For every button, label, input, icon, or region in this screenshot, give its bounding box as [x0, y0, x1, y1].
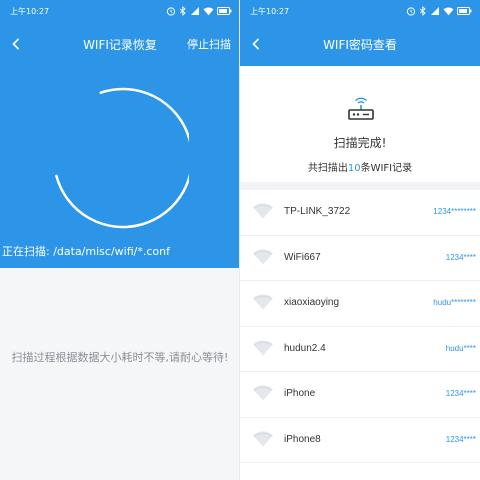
- scan-hint-text: 扫描过程根据数据大小耗时不等,请耐心等待!: [11, 351, 229, 364]
- status-icons: [166, 5, 232, 17]
- battery-icon: [217, 7, 232, 15]
- title-bar: WIFI记录恢复 停止扫描: [0, 22, 240, 66]
- wifi-record-row[interactable]: hudun2.4 hudu****: [240, 326, 480, 372]
- alarm-icon: [406, 7, 416, 16]
- router-icon: [348, 97, 374, 120]
- wifi-icon: [252, 430, 274, 453]
- wifi-icon: [252, 293, 274, 316]
- wifi-password: 1234****: [445, 434, 476, 444]
- signal-icon: [431, 7, 439, 15]
- wifi-ssid: iPhone8: [284, 433, 321, 445]
- count-prefix: 共扫描出: [307, 163, 348, 174]
- wifi-password: 1234********: [433, 207, 476, 216]
- scan-summary: 扫描完成! 共扫描出10条WIFI记录: [240, 66, 480, 182]
- wifi-record-row[interactable]: xiaoxiaoying hudu********: [240, 281, 480, 327]
- scan-progress-ring: [55, 87, 189, 229]
- section-separator: [240, 182, 480, 190]
- wifi-record-row[interactable]: iPhone8 1234****: [240, 417, 480, 463]
- count-value: 10: [347, 163, 361, 174]
- count-suffix: 条WIFI记录: [360, 163, 413, 174]
- wifi-record-row[interactable]: TP-LINK_3722 1234********: [240, 190, 480, 236]
- scan-screen: 上午10:27 正在扫描: /data/misc/wifi/*.conf WIF…: [0, 0, 240, 480]
- stop-scan-button[interactable]: 停止扫描: [187, 36, 231, 52]
- wifi-icon: [252, 339, 274, 362]
- wifi-icon: [252, 384, 274, 407]
- wifi-list: TP-LINK_3722 1234******** WiFi667 1234**** x…: [240, 190, 480, 463]
- wifi-icon: [252, 202, 274, 225]
- status-time: 上午10:27: [250, 7, 290, 16]
- bluetooth-icon: [179, 6, 186, 16]
- wifi-record-row[interactable]: WiFi667 1234****: [240, 235, 480, 281]
- wifi-ssid: hudun2.4: [284, 342, 326, 354]
- alarm-icon: [166, 7, 176, 16]
- scan-path-text: 正在扫描: /data/misc/wifi/*.conf: [2, 245, 170, 258]
- wifi-password: 1234****: [445, 252, 476, 262]
- status-icons: [406, 5, 472, 17]
- wifi-record-row[interactable]: iPhone 1234****: [240, 372, 480, 418]
- wifi-ssid: iPhone: [284, 388, 316, 399]
- scan-complete-text: 扫描完成!: [333, 136, 387, 150]
- wifi-ssid: WiFi667: [284, 251, 321, 263]
- battery-icon: [457, 7, 472, 15]
- status-time: 上午10:27: [10, 7, 50, 16]
- wifi-icon: [252, 248, 274, 271]
- status-bar: 上午10:27: [0, 0, 240, 22]
- page-title: WIFI密码查看: [323, 38, 397, 52]
- wifi-icon: [203, 7, 214, 16]
- wifi-password: hudu****: [445, 343, 476, 353]
- wifi-password: 1234****: [445, 389, 476, 398]
- wifi-ssid: xiaoxiaoying: [284, 297, 340, 308]
- password-screen: 上午10:27 WIFI密码查看 扫描完成! 共扫描出10条WIFI记录 TP-: [240, 0, 480, 480]
- status-bar: 上午10:27: [240, 0, 480, 22]
- wifi-ssid: TP-LINK_3722: [284, 206, 351, 217]
- title-bar: WIFI密码查看: [240, 22, 480, 66]
- bluetooth-icon: [419, 6, 426, 16]
- signal-icon: [191, 7, 199, 15]
- wifi-password: hudu********: [433, 298, 476, 307]
- wifi-icon: [443, 7, 454, 16]
- scan-count-text: 共扫描出10条WIFI记录: [240, 159, 480, 174]
